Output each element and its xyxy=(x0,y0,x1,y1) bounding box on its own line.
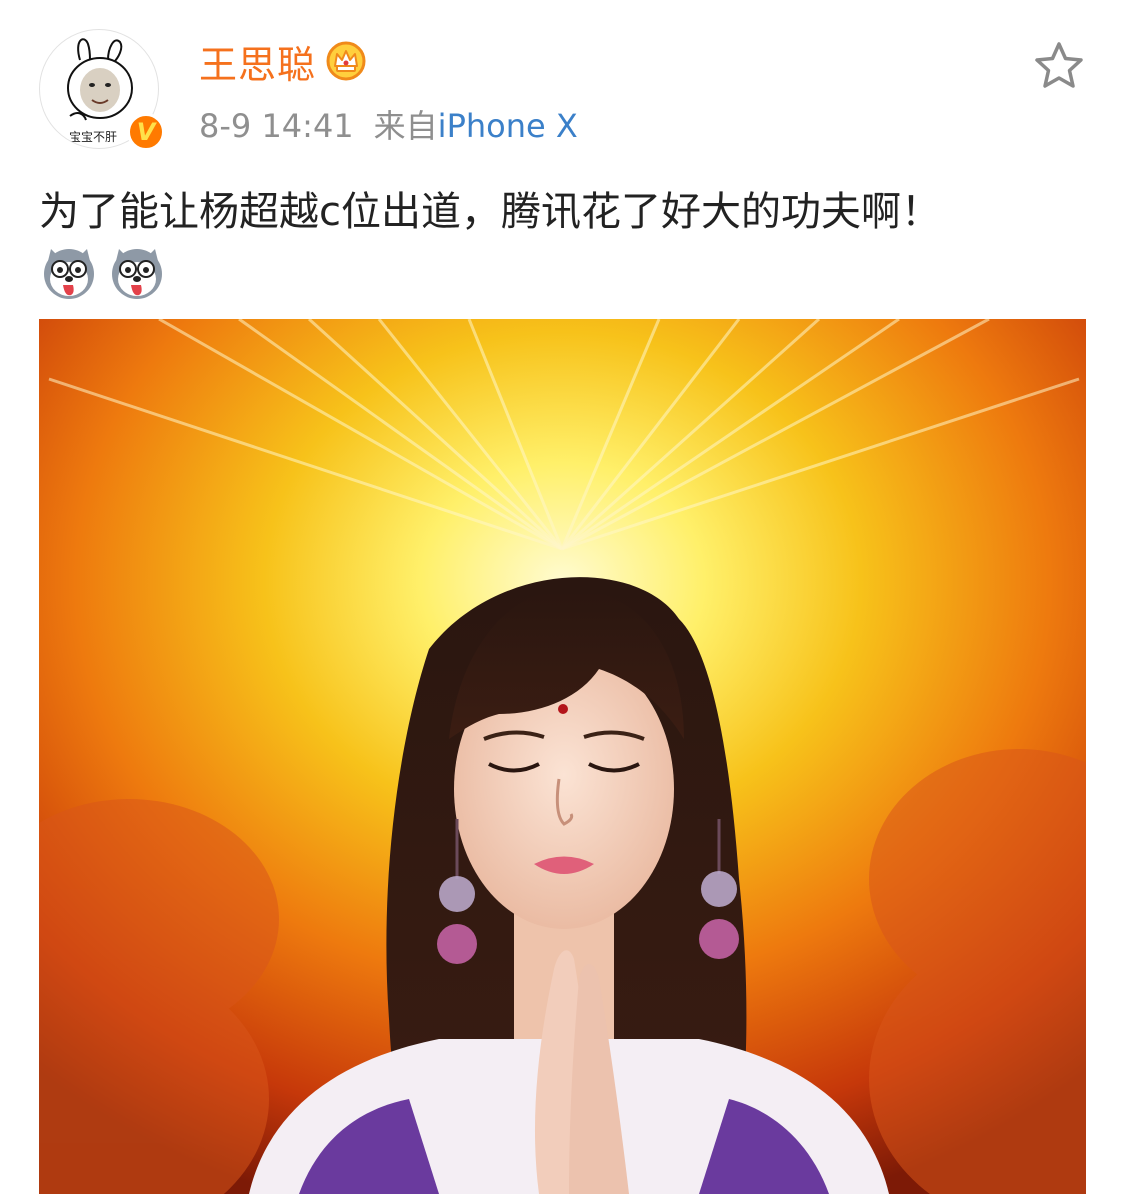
device-link[interactable]: iPhone X xyxy=(438,107,578,145)
weibo-post: 宝宝不肝 V 王思聪 8-9 14:41 来自iPhone X 为了能让杨超越c位… xyxy=(0,0,1125,1194)
author-name[interactable]: 王思聪 xyxy=(199,34,316,89)
praying-girl-photo-icon xyxy=(39,319,1086,1194)
post-photo[interactable] xyxy=(39,319,1086,1194)
avatar-caption: 宝宝不肝 xyxy=(69,130,118,144)
crown-icon xyxy=(326,41,366,81)
verified-badge-letter: V xyxy=(136,118,156,146)
from-label: 来自 xyxy=(373,107,438,145)
author-avatar-wrap[interactable]: 宝宝不肝 V xyxy=(39,29,165,151)
post-text: 为了能让杨超越c位出道，腾讯花了好大的功夫啊！ xyxy=(39,189,941,235)
star-outline-icon[interactable] xyxy=(1032,40,1086,92)
post-meta: 8-9 14:41 来自iPhone X xyxy=(199,101,578,147)
husky-dog-emoji-icon xyxy=(44,249,94,299)
emoji-row xyxy=(41,245,165,301)
post-time: 8-9 14:41 xyxy=(199,107,354,145)
username-row: 王思聪 xyxy=(199,34,368,88)
husky-dog-emoji-icon xyxy=(112,249,162,299)
verified-badge-icon: V xyxy=(127,113,165,151)
